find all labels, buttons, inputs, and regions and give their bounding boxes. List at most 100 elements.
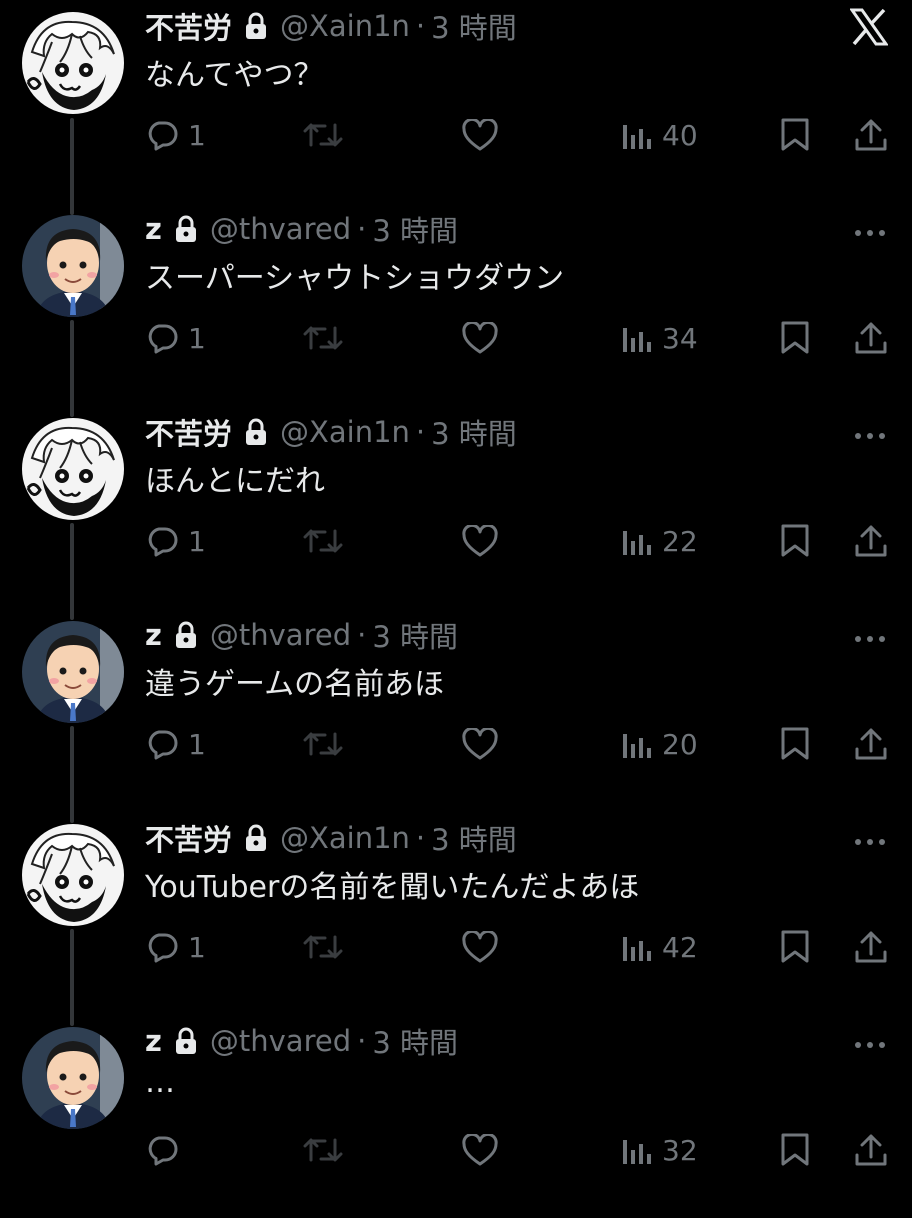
display-name[interactable]: 不苦労	[145, 817, 232, 859]
user-handle[interactable]: @thvared	[210, 1024, 351, 1058]
more-options-icon[interactable]	[854, 1035, 886, 1048]
tweet-text: スーパーシャウトショウダウン	[145, 261, 565, 296]
reply-button[interactable]: 1	[146, 110, 206, 160]
like-button[interactable]	[462, 922, 498, 972]
views-button[interactable]: 34	[622, 313, 698, 363]
share-button[interactable]	[854, 922, 888, 972]
share-button[interactable]	[854, 719, 888, 769]
bookmark-icon	[781, 930, 809, 963]
separator-dot: ·	[357, 1024, 367, 1058]
tweet[interactable]: z @thvared · 3 時間 違うゲームの名前あほ 1 20	[0, 609, 912, 812]
reply-icon	[148, 1136, 178, 1166]
bookmark-button[interactable]	[780, 922, 810, 972]
lock-icon	[244, 418, 268, 446]
tweet[interactable]: 不苦労 @Xain1n · 3 時間 なんてやつ？ 1 40	[0, 0, 912, 203]
tweet-header: z @thvared · 3 時間	[145, 209, 458, 249]
tweet-actions: 32	[0, 1125, 912, 1175]
user-handle[interactable]: @Xain1n	[280, 415, 410, 449]
tweet[interactable]: z @thvared · 3 時間 … 32	[0, 1015, 912, 1218]
more-options-icon[interactable]	[854, 223, 886, 236]
retweet-button[interactable]	[303, 922, 343, 972]
tweet-header: z @thvared · 3 時間	[145, 615, 458, 655]
more-options-icon[interactable]	[854, 629, 886, 642]
like-button[interactable]	[462, 1125, 498, 1175]
bookmark-button[interactable]	[780, 313, 810, 363]
bookmark-button[interactable]	[780, 516, 810, 566]
tweet-header: 不苦労 @Xain1n · 3 時間	[145, 412, 517, 452]
display-name[interactable]: z	[145, 1024, 162, 1058]
like-button[interactable]	[462, 110, 498, 160]
bookmark-button[interactable]	[780, 1125, 810, 1175]
reply-count: 1	[188, 727, 206, 761]
tweet-actions: 1 34	[0, 313, 912, 363]
display-name[interactable]: z	[145, 212, 162, 246]
like-button[interactable]	[462, 516, 498, 566]
avatar[interactable]	[22, 621, 124, 723]
views-button[interactable]: 20	[622, 719, 698, 769]
reply-button[interactable]: 1	[146, 516, 206, 566]
avatar[interactable]	[22, 824, 124, 926]
user-handle[interactable]: @thvared	[210, 212, 351, 246]
share-icon	[855, 728, 887, 760]
heart-icon	[462, 728, 498, 760]
views-count: 40	[662, 118, 698, 152]
timestamp[interactable]: 3 時間	[372, 208, 458, 250]
reply-icon	[148, 324, 178, 354]
display-name[interactable]: 不苦労	[145, 5, 232, 47]
views-button[interactable]: 42	[622, 922, 698, 972]
retweet-button[interactable]	[303, 516, 343, 566]
views-button[interactable]: 32	[622, 1125, 698, 1175]
tweet-text: YouTuberの名前を聞いたんだよあほ	[145, 870, 640, 905]
heart-icon	[462, 322, 498, 354]
timestamp[interactable]: 3 時間	[372, 1020, 458, 1062]
more-options-icon[interactable]	[854, 426, 886, 439]
retweet-icon	[303, 732, 343, 756]
retweet-button[interactable]	[303, 313, 343, 363]
avatar[interactable]	[22, 1027, 124, 1129]
reply-button[interactable]: 1	[146, 922, 206, 972]
bookmark-button[interactable]	[780, 719, 810, 769]
reply-button[interactable]: 1	[146, 719, 206, 769]
like-button[interactable]	[462, 719, 498, 769]
retweet-icon	[303, 326, 343, 350]
reply-button[interactable]: 1	[146, 313, 206, 363]
user-handle[interactable]: @Xain1n	[280, 9, 410, 43]
tweet[interactable]: 不苦労 @Xain1n · 3 時間 ほんとにだれ 1 22	[0, 406, 912, 609]
bookmark-button[interactable]	[780, 110, 810, 160]
share-button[interactable]	[854, 516, 888, 566]
share-button[interactable]	[854, 313, 888, 363]
timestamp[interactable]: 3 時間	[431, 817, 517, 859]
tweet-text: ほんとにだれ	[145, 464, 325, 499]
timestamp[interactable]: 3 時間	[372, 614, 458, 656]
views-button[interactable]: 22	[622, 516, 698, 566]
reply-count: 1	[188, 524, 206, 558]
user-handle[interactable]: @thvared	[210, 618, 351, 652]
user-handle[interactable]: @Xain1n	[280, 821, 410, 855]
like-button[interactable]	[462, 313, 498, 363]
views-count: 34	[662, 321, 698, 355]
share-button[interactable]	[854, 1125, 888, 1175]
tweet[interactable]: z @thvared · 3 時間 スーパーシャウトショウダウン 1 34	[0, 203, 912, 406]
retweet-button[interactable]	[303, 110, 343, 160]
avatar[interactable]	[22, 418, 124, 520]
reply-count: 1	[188, 930, 206, 964]
timestamp[interactable]: 3 時間	[431, 5, 517, 47]
retweet-button[interactable]	[303, 1125, 343, 1175]
display-name[interactable]: z	[145, 618, 162, 652]
more-options-icon[interactable]	[854, 832, 886, 845]
avatar[interactable]	[22, 215, 124, 317]
views-button[interactable]: 40	[622, 110, 698, 160]
share-button[interactable]	[854, 110, 888, 160]
reply-button[interactable]	[146, 1125, 188, 1175]
lock-icon	[244, 12, 268, 40]
views-count: 32	[662, 1133, 698, 1167]
timestamp[interactable]: 3 時間	[431, 411, 517, 453]
tweet[interactable]: 不苦労 @Xain1n · 3 時間 YouTuberの名前を聞いたんだよあほ …	[0, 812, 912, 1015]
display-name[interactable]: 不苦労	[145, 411, 232, 453]
reply-icon	[148, 121, 178, 151]
separator-dot: ·	[415, 821, 426, 855]
avatar[interactable]	[22, 12, 124, 114]
separator-dot: ·	[415, 9, 426, 43]
retweet-button[interactable]	[303, 719, 343, 769]
views-chart-icon	[623, 937, 651, 961]
